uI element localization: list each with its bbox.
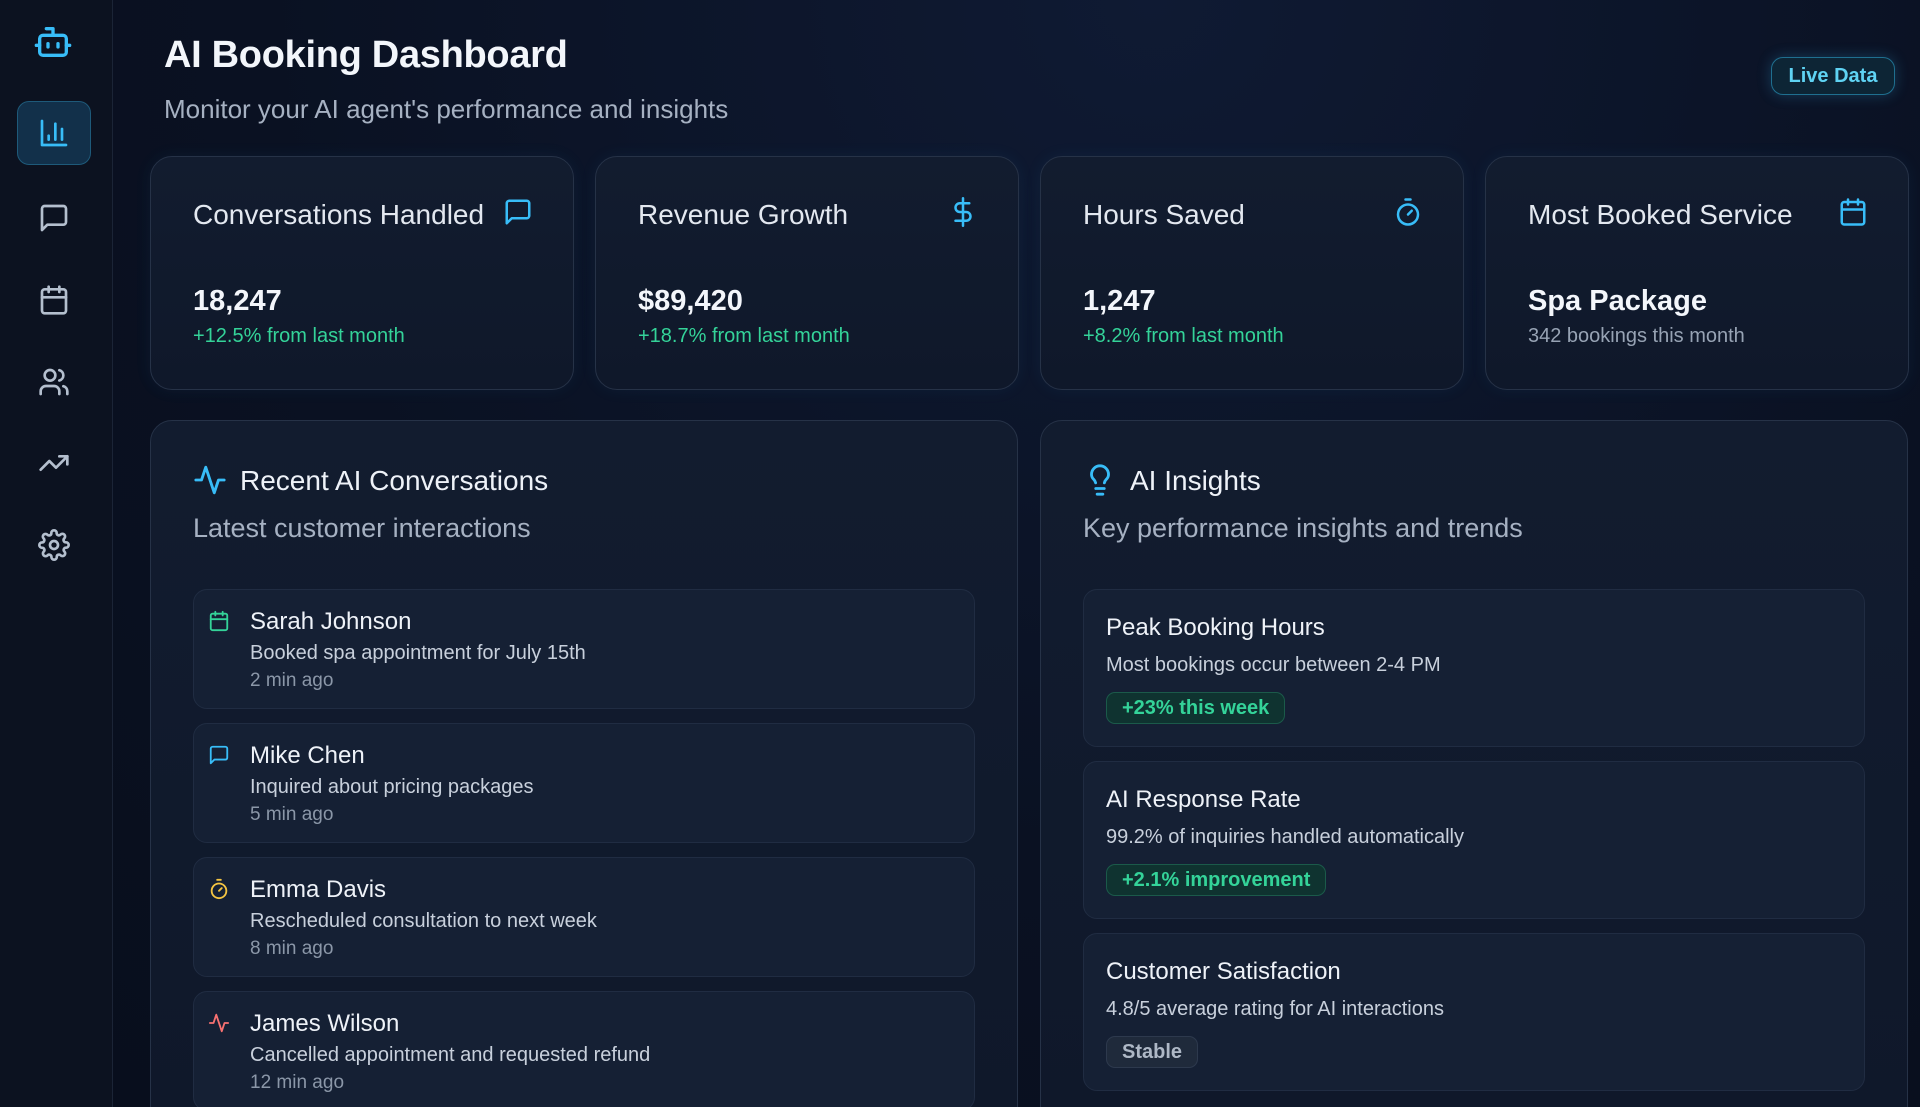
stat-label: Revenue Growth <box>638 199 849 230</box>
panel-subtitle: Latest customer interactions <box>193 513 531 543</box>
bot-logo-icon <box>33 22 73 62</box>
sidebar-item-messages[interactable] <box>17 186 91 250</box>
conversation-time: 12 min ago <box>250 1072 345 1093</box>
stat-delta: +12.5% from last month <box>193 325 405 347</box>
sidebar <box>0 0 113 1107</box>
gear-icon <box>38 529 70 561</box>
conversation-name: James Wilson <box>250 1010 400 1037</box>
conversation-item[interactable]: Mike Chen Inquired about pricing package… <box>193 723 975 843</box>
live-data-badge[interactable]: Live Data <box>1771 57 1895 95</box>
sidebar-item-trends[interactable] <box>17 431 91 495</box>
timer-icon <box>208 878 230 900</box>
conversation-description: Booked spa appointment for July 15th <box>250 642 586 664</box>
message-square-icon <box>503 197 533 227</box>
stat-delta: +8.2% from last month <box>1083 325 1284 347</box>
stat-label: Conversations Handled <box>193 199 485 230</box>
message-square-icon <box>208 744 230 766</box>
stat-card-conversations: Conversations Handled 18,247 +12.5% from… <box>150 156 574 390</box>
calendar-icon <box>208 610 230 632</box>
stat-label: Hours Saved <box>1083 199 1245 230</box>
conversation-item[interactable]: James Wilson Cancelled appointment and r… <box>193 991 975 1107</box>
stat-value: Spa Package <box>1528 285 1707 317</box>
insight-title: AI Response Rate <box>1106 786 1301 813</box>
timer-icon <box>1393 197 1423 227</box>
conversation-description: Cancelled appointment and requested refu… <box>250 1044 651 1066</box>
trending-up-icon <box>39 455 69 471</box>
users-icon <box>39 368 69 396</box>
conversation-name: Sarah Johnson <box>250 608 412 635</box>
conversation-item[interactable]: Sarah Johnson Booked spa appointment for… <box>193 589 975 709</box>
activity-icon <box>193 463 227 497</box>
conversation-name: Mike Chen <box>250 742 365 769</box>
stat-card-most-booked: Most Booked Service Spa Package 342 book… <box>1485 156 1909 390</box>
conversation-description: Inquired about pricing packages <box>250 776 534 798</box>
dollar-icon <box>948 197 978 227</box>
panel-subtitle: Key performance insights and trends <box>1083 513 1523 543</box>
conversation-time: 8 min ago <box>250 938 334 959</box>
conversation-time: 2 min ago <box>250 670 334 691</box>
stat-value: 1,247 <box>1083 285 1156 317</box>
sidebar-item-analytics[interactable] <box>17 101 91 165</box>
stat-label: Most Booked Service <box>1528 199 1793 230</box>
insight-tag: +23% this week <box>1106 692 1286 724</box>
stat-value: $89,420 <box>638 285 743 317</box>
insight-card: Customer Satisfaction 4.8/5 average rati… <box>1083 933 1865 1091</box>
activity-icon <box>208 1012 230 1034</box>
message-square-icon <box>40 204 68 232</box>
sidebar-item-calendar[interactable] <box>17 268 91 332</box>
insight-card: Peak Booking Hours Most bookings occur b… <box>1083 589 1865 747</box>
bar-chart-icon <box>40 119 68 147</box>
page-subtitle: Monitor your AI agent's performance and … <box>164 94 729 124</box>
insight-title: Customer Satisfaction <box>1106 958 1341 985</box>
conversation-description: Rescheduled consultation to next week <box>250 910 597 932</box>
sidebar-item-settings[interactable] <box>17 513 91 577</box>
stat-card-hours-saved: Hours Saved 1,247 +8.2% from last month <box>1040 156 1464 390</box>
conversation-time: 5 min ago <box>250 804 334 825</box>
panel-title: AI Insights <box>1130 465 1261 496</box>
conversation-item[interactable]: Emma Davis Rescheduled consultation to n… <box>193 857 975 977</box>
insight-description: 99.2% of inquiries handled automatically <box>1106 826 1464 848</box>
calendar-icon <box>40 285 68 315</box>
ai-insights-panel: AI Insights Key performance insights and… <box>1040 420 1908 1107</box>
insight-description: Most bookings occur between 2-4 PM <box>1106 654 1441 676</box>
conversation-name: Emma Davis <box>250 876 387 903</box>
panel-title: Recent AI Conversations <box>240 465 549 496</box>
dashboard-app: AI Booking Dashboard Monitor your AI age… <box>0 0 1920 1107</box>
insight-card: AI Response Rate 99.2% of inquiries hand… <box>1083 761 1865 919</box>
stat-card-revenue: Revenue Growth $89,420 +18.7% from last … <box>595 156 1019 390</box>
stat-subtext: 342 bookings this month <box>1528 325 1745 347</box>
insight-tag: Stable <box>1106 1036 1199 1068</box>
calendar-icon <box>1838 197 1868 227</box>
insight-tag: +2.1% improvement <box>1106 864 1327 896</box>
page-title: AI Booking Dashboard <box>164 34 568 76</box>
insight-title: Peak Booking Hours <box>1106 614 1325 641</box>
stat-value: 18,247 <box>193 285 282 317</box>
lightbulb-icon <box>1083 463 1117 497</box>
sidebar-item-users[interactable] <box>17 350 91 414</box>
insight-description: 4.8/5 average rating for AI interactions <box>1106 998 1444 1020</box>
recent-conversations-panel: Recent AI Conversations Latest customer … <box>150 420 1018 1107</box>
stat-delta: +18.7% from last month <box>638 325 850 347</box>
